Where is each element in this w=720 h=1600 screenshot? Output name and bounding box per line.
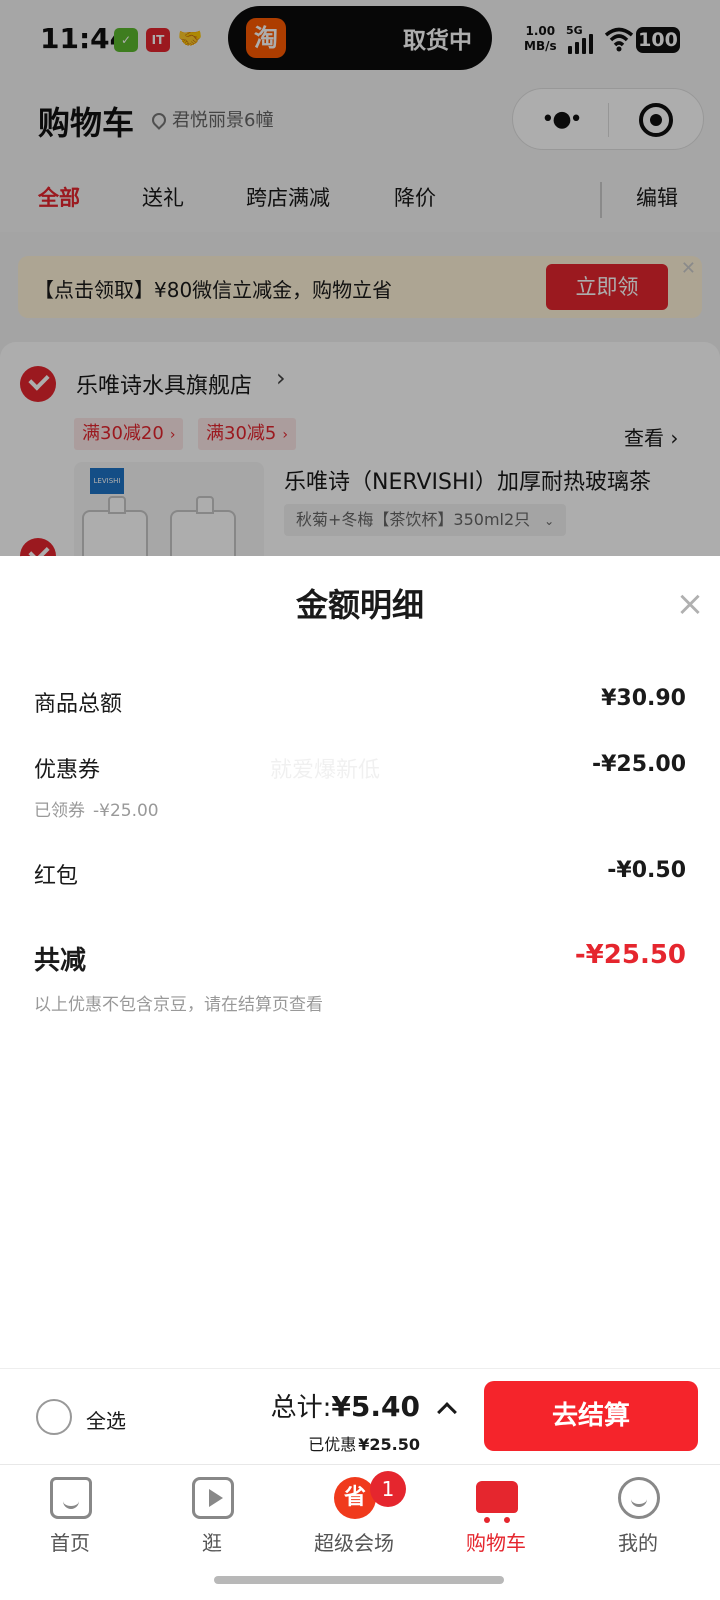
coupon-claimed: 已领券 -¥25.00 — [34, 796, 159, 821]
video-icon — [192, 1477, 234, 1519]
discount-note: 以上优惠不包含京豆，请在结算页查看 — [34, 995, 323, 1015]
select-all-checkbox[interactable] — [36, 1399, 72, 1435]
home-icon — [50, 1477, 92, 1519]
tab-mine[interactable]: 我的 — [568, 1477, 708, 1557]
chevron-up-icon[interactable] — [437, 1402, 457, 1422]
total-discount-value: -¥25.50 — [574, 940, 686, 970]
tab-browse-label: 逛 — [202, 1531, 222, 1555]
total-discount-label: 共减 — [34, 946, 87, 976]
saved-amount: 已优惠 ¥25.50 — [308, 1431, 420, 1455]
checkout-button[interactable]: 去结算 — [484, 1381, 698, 1451]
tab-cart[interactable]: 购物车 — [426, 1477, 566, 1557]
amount-detail-sheet: 金额明细 × 就爱爆新低 商品总额 ¥30.90 优惠券 -¥25.00 已领券… — [0, 556, 720, 1368]
cart-icon — [476, 1481, 518, 1523]
close-icon[interactable]: × — [672, 586, 708, 622]
watermark: 就爱爆新低 — [270, 758, 381, 783]
tab-home[interactable]: 首页 — [0, 1477, 140, 1557]
notification-badge: 1 — [370, 1471, 406, 1507]
total-price-amount: ¥5.40 — [331, 1390, 420, 1423]
coupon-claimed-label: 已领券 — [34, 801, 85, 821]
coupon-label: 优惠券 — [34, 758, 101, 783]
tab-browse[interactable]: 逛 — [142, 1477, 282, 1557]
red-packet-value: -¥0.50 — [607, 858, 686, 883]
coupon-claimed-amount: -¥25.00 — [93, 801, 159, 821]
subtotal-label: 商品总额 — [34, 692, 123, 717]
saved-value: ¥25.50 — [358, 1435, 420, 1454]
checkout-bar: 全选 总计:¥5.40 已优惠 ¥25.50 去结算 — [0, 1368, 720, 1464]
modal-backdrop[interactable] — [0, 0, 720, 556]
saved-label: 已优惠 — [308, 1435, 357, 1454]
tab-cart-label: 购物车 — [466, 1531, 526, 1555]
select-all-label[interactable]: 全选 — [86, 1405, 126, 1434]
coupon-value: -¥25.00 — [591, 752, 686, 777]
tab-super-venue[interactable]: 省 1 超级会场 — [284, 1471, 424, 1557]
tab-super-venue-label: 超级会场 — [314, 1531, 394, 1555]
face-icon — [618, 1477, 660, 1519]
tab-mine-label: 我的 — [618, 1531, 658, 1555]
red-packet-label: 红包 — [34, 864, 79, 889]
total-price: 总计:¥5.40 — [271, 1387, 420, 1424]
total-price-label: 总计: — [270, 1393, 332, 1423]
home-indicator[interactable] — [214, 1576, 504, 1584]
tab-home-label: 首页 — [50, 1531, 90, 1555]
subtotal-value: ¥30.90 — [601, 686, 686, 711]
sheet-title: 金额明细 — [295, 586, 424, 624]
